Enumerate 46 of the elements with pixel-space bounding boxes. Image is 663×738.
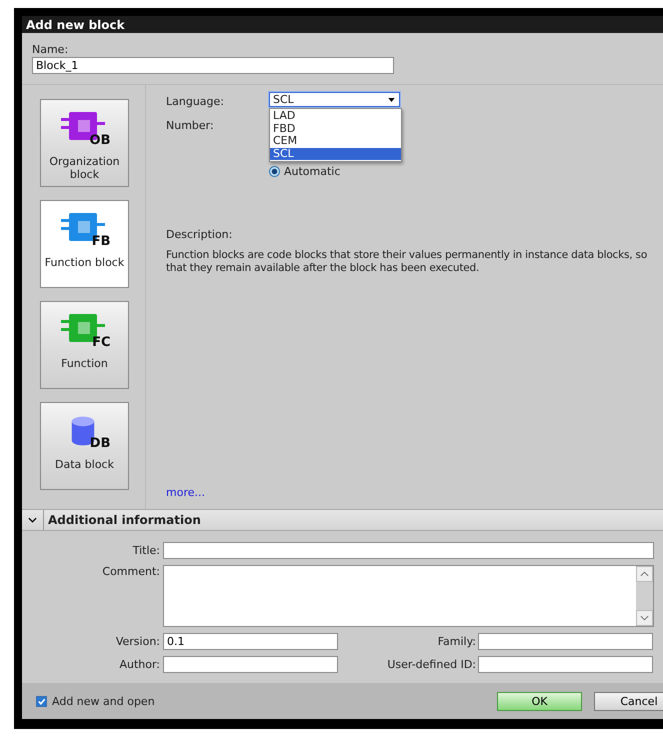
comment-label: Comment: [101,565,161,578]
scroll-up-button[interactable] [636,566,653,582]
cancel-button[interactable]: Cancel [594,692,663,710]
family-field[interactable] [478,633,653,650]
number-label: Number: [166,119,215,132]
block-code: FC [92,335,110,350]
dropdown-option[interactable]: FBD [270,122,401,135]
version-label: Version: [114,635,161,648]
language-label: Language: [166,95,225,108]
checkbox-label: Add new and open [52,694,155,708]
chevron-up-icon [640,571,649,577]
user-defined-id-label: User-defined ID: [386,658,477,671]
block-code: DB [90,436,110,451]
comment-field[interactable] [163,565,654,627]
block-code: OB [90,133,110,148]
description-label: Description: [166,228,234,241]
caret-icon [388,98,395,102]
block-type-button[interactable]: OB Organization block [40,99,129,187]
description-text: Function blocks are code blocks that store their values permanently in instance data blocks, so that they remain available after the block has been executed. [166,249,648,275]
radio-label: Automatic [284,165,340,178]
family-label: Family: [436,635,477,648]
language-dropdown[interactable]: SCL [269,92,400,107]
dropdown-option[interactable]: LAD [270,110,401,122]
block-type-button[interactable]: FB Function block [40,200,129,288]
ok-button[interactable]: OK [497,692,582,710]
title-field[interactable] [163,542,654,559]
chevron-icon [28,517,37,523]
user-defined-id-field[interactable] [478,656,653,673]
block-type-button[interactable]: FC Function [40,301,129,389]
radio-button[interactable] [269,166,280,177]
dropdown-option[interactable]: SCL [270,148,401,160]
scroll-down-button[interactable] [636,610,653,626]
block-type-button[interactable]: DB Data block [40,402,129,490]
author-label: Author: [118,658,161,671]
window-title: Add new block [26,18,125,32]
author-field[interactable] [163,656,338,673]
title-label: Title: [132,544,161,557]
dropdown-option[interactable]: CEM [270,135,401,148]
version-field[interactable]: 0.1 [163,633,338,650]
section-header[interactable]: Additional information [22,509,663,531]
block-code: FB [92,234,110,249]
chevron-down-icon [640,615,649,621]
more-link[interactable]: more... [166,486,205,499]
name-label: Name: [32,43,70,56]
name-field[interactable]: Block_1 [32,57,394,74]
checkbox[interactable] [36,696,47,706]
